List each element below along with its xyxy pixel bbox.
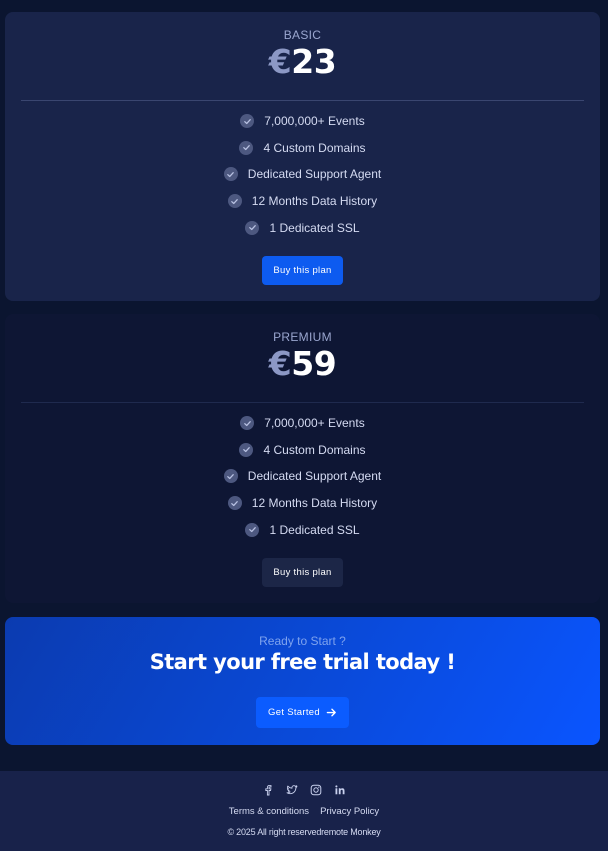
cta-banner: Ready to Start ? Start your free trial t…: [5, 617, 600, 745]
feature-item: 12 Months Data History: [5, 188, 600, 215]
check-circle-icon: [223, 469, 238, 484]
check-circle-icon: [245, 220, 260, 235]
feature-label: 1 Dedicated SSL: [269, 522, 360, 537]
feature-list: 7,000,000+ Events 4 Custom Domains Dedic…: [5, 108, 600, 241]
feature-item: 7,000,000+ Events: [5, 410, 600, 437]
feature-label: 12 Months Data History: [251, 496, 378, 511]
feature-label: 4 Custom Domains: [263, 140, 366, 155]
pricing-card-premium: PREMIUM €59 7,000,000+ Events 4 Custom D…: [5, 314, 600, 603]
linkedin-icon[interactable]: [334, 784, 346, 796]
feature-label: Dedicated Support Agent: [247, 469, 382, 484]
feature-item: Dedicated Support Agent: [5, 463, 600, 490]
feature-item: Dedicated Support Agent: [5, 161, 600, 188]
check-circle-icon: [239, 442, 254, 457]
feature-item: 1 Dedicated SSL: [5, 214, 600, 241]
check-circle-icon: [227, 194, 242, 209]
social-links: [0, 784, 608, 796]
feature-item: 7,000,000+ Events: [5, 108, 600, 135]
plan-price: €59: [5, 344, 600, 383]
price-amount: 23: [291, 42, 337, 81]
cta-title: Start your free trial today !: [149, 650, 456, 674]
privacy-policy-link[interactable]: Privacy Policy: [320, 806, 379, 817]
check-circle-icon: [239, 140, 254, 155]
currency-symbol: €: [268, 42, 292, 81]
terms-link[interactable]: Terms & conditions: [229, 806, 309, 817]
instagram-icon[interactable]: [310, 784, 322, 796]
get-started-button[interactable]: Get Started: [256, 697, 349, 728]
feature-label: 4 Custom Domains: [263, 442, 366, 457]
plan-price: €23: [5, 42, 600, 81]
check-circle-icon: [240, 114, 255, 129]
plan-name: BASIC: [283, 28, 322, 42]
footer: Terms & conditions Privacy Policy © 2025…: [0, 771, 608, 851]
pricing-card-basic: BASIC €23 7,000,000+ Events 4 Custom Dom…: [5, 12, 600, 301]
check-circle-icon: [240, 416, 255, 431]
check-circle-icon: [245, 522, 260, 537]
check-circle-icon: [223, 167, 238, 182]
buy-plan-button[interactable]: Buy this plan: [262, 256, 343, 285]
currency-symbol: €: [268, 344, 292, 383]
feature-label: 7,000,000+ Events: [264, 114, 365, 129]
feature-list: 7,000,000+ Events 4 Custom Domains Dedic…: [5, 410, 600, 543]
buy-plan-button[interactable]: Buy this plan: [262, 558, 343, 587]
feature-label: Dedicated Support Agent: [247, 167, 382, 182]
feature-label: 1 Dedicated SSL: [269, 220, 360, 235]
twitter-icon[interactable]: [286, 784, 298, 796]
footer-links: Terms & conditions Privacy Policy: [0, 806, 608, 817]
check-circle-icon: [227, 496, 242, 511]
divider: [21, 402, 584, 403]
feature-label: 7,000,000+ Events: [264, 416, 365, 431]
get-started-label: Get Started: [268, 707, 320, 718]
feature-label: 12 Months Data History: [251, 194, 378, 209]
feature-item: 4 Custom Domains: [5, 437, 600, 464]
feature-item: 1 Dedicated SSL: [5, 516, 600, 543]
divider: [21, 100, 584, 101]
cta-subtitle: Ready to Start ?: [259, 634, 346, 648]
feature-item: 12 Months Data History: [5, 490, 600, 517]
price-amount: 59: [291, 344, 337, 383]
copyright-text: © 2025 All right reservedremote Monkey: [227, 827, 381, 837]
facebook-icon[interactable]: [262, 784, 274, 796]
feature-item: 4 Custom Domains: [5, 135, 600, 162]
arrow-right-icon: [326, 708, 336, 717]
plan-name: PREMIUM: [273, 330, 332, 344]
